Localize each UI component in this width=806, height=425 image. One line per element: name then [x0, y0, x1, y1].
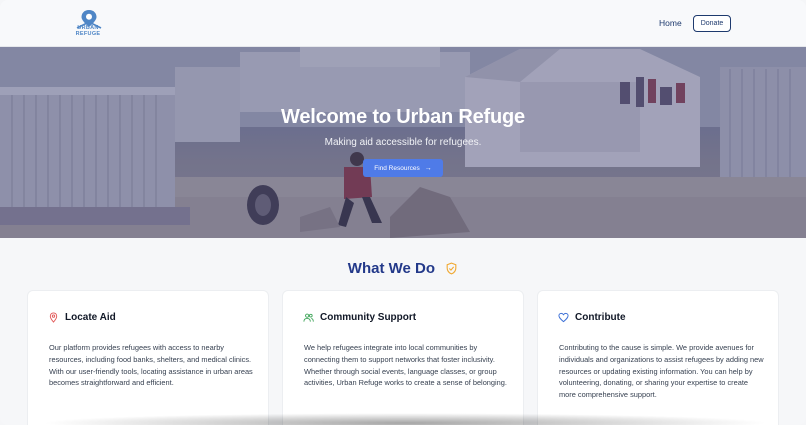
- card-header: Contribute: [558, 312, 626, 323]
- section-title: What We Do: [0, 259, 806, 277]
- hero-subtitle: Making aid accessible for refugees.: [324, 137, 482, 148]
- card-community-support: Community Support We help refugees integ…: [282, 290, 524, 425]
- hero-banner: Welcome to Urban Refuge Making aid acces…: [0, 47, 806, 238]
- card-title: Community Support: [320, 312, 417, 323]
- logo-line-2: REFUGE: [75, 31, 101, 37]
- nav-home-link[interactable]: Home: [659, 18, 682, 28]
- what-we-do-section: What We Do Locate Aid Our platform provi…: [0, 238, 806, 425]
- arrow-right-icon: →: [424, 164, 432, 172]
- page: URBAN REFUGE Home Donate Welcome to Urba…: [0, 0, 806, 425]
- card-header: Locate Aid: [48, 312, 116, 323]
- card-description: Contributing to the cause is simple. We …: [559, 343, 764, 400]
- find-resources-button[interactable]: Find Resources →: [363, 159, 443, 177]
- section-title-text: What We Do: [347, 259, 436, 277]
- find-resources-label: Find Resources: [374, 164, 420, 172]
- card-locate-aid: Locate Aid Our platform provides refugee…: [27, 290, 269, 425]
- shield-icon: [446, 262, 457, 275]
- card-title: Contribute: [575, 312, 626, 323]
- card-title: Locate Aid: [65, 312, 116, 323]
- card-header: Community Support: [303, 312, 416, 323]
- users-icon: [303, 313, 314, 322]
- card-description: Our platform provides refugees with acce…: [49, 343, 253, 388]
- map-pin-icon: [49, 312, 58, 323]
- card-description: We help refugees integrate into local co…: [304, 343, 507, 388]
- heart-icon: [558, 312, 569, 323]
- logo-wordmark: URBAN REFUGE: [70, 25, 106, 37]
- hero-title: Welcome to Urban Refuge: [281, 106, 525, 128]
- navbar: URBAN REFUGE Home Donate: [0, 0, 806, 47]
- donate-button[interactable]: Donate: [693, 15, 731, 32]
- card-contribute: Contribute Contributing to the cause is …: [537, 290, 779, 425]
